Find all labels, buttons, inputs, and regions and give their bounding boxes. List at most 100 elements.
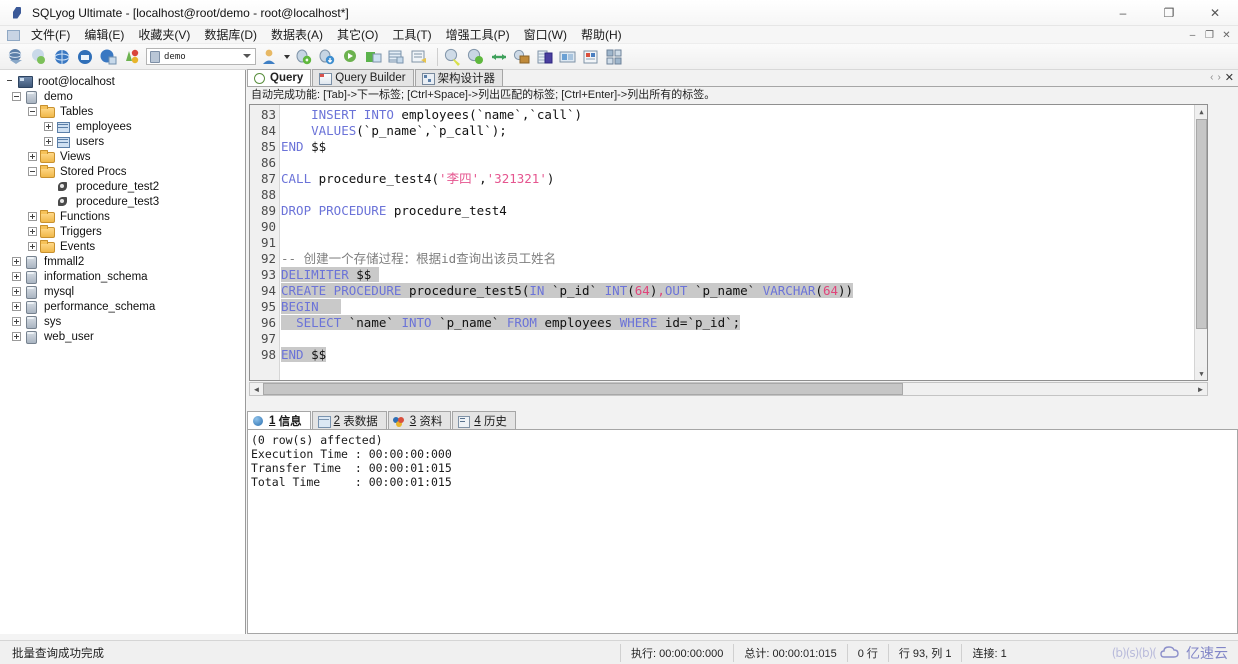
user-manager-dropdown-icon[interactable] (283, 47, 292, 67)
sql-token: `name` (341, 315, 401, 330)
scroll-left-icon[interactable]: ◄ (250, 383, 263, 395)
tree-expander-icon[interactable] (28, 107, 37, 116)
scroll-right-icon[interactable]: ► (1194, 383, 1207, 395)
tree-expander-icon[interactable] (12, 317, 21, 326)
query-builder-icon[interactable] (121, 47, 141, 67)
new-query-tab-icon[interactable] (52, 47, 72, 67)
tree-node-demo[interactable]: demo (6, 89, 245, 104)
execute-query-icon[interactable] (294, 47, 314, 67)
new-connection-icon[interactable] (6, 47, 26, 67)
menu-item-favorites[interactable]: 收藏夹(V) (131, 25, 197, 44)
tab-label: Query (270, 72, 303, 84)
tab-prev-icon[interactable]: ‹ (1210, 72, 1213, 83)
tree-node-label: information_schema (42, 271, 150, 283)
close-button[interactable]: ✕ (1192, 0, 1238, 26)
menu-item-others[interactable]: 其它(O) (330, 25, 385, 44)
scroll-up-icon[interactable]: ▲ (1195, 105, 1208, 118)
editor-vertical-scrollbar[interactable]: ▲ ▼ (1194, 105, 1207, 380)
tree-node-tables[interactable]: Tables (6, 104, 245, 119)
mdi-close-button[interactable]: ✕ (1219, 28, 1234, 42)
tree-expander-icon[interactable] (12, 287, 21, 296)
restore-icon[interactable] (466, 47, 486, 67)
tree-expander-icon[interactable] (28, 227, 37, 236)
schema-designer-icon[interactable] (409, 47, 429, 67)
menu-item-tools[interactable]: 工具(T) (385, 25, 438, 44)
tree-expander-icon[interactable] (28, 212, 37, 221)
folder-icon (40, 225, 54, 238)
refresh-object-browser-icon[interactable] (29, 47, 49, 67)
tree-node-functions[interactable]: Functions (6, 209, 245, 224)
tree-node-fmmall2[interactable]: fmmall2 (6, 254, 245, 269)
sql-code-content[interactable]: INSERT INTO employees(`name`,`call`) VAL… (281, 105, 1207, 380)
menu-item-table[interactable]: 数据表(A) (264, 25, 330, 44)
editor-horizontal-scrollbar[interactable]: ◄ ► (249, 382, 1208, 396)
tree-node-events[interactable]: Events (6, 239, 245, 254)
tree-node-performance-schema[interactable]: performance_schema (6, 299, 245, 314)
tree-node-information-schema[interactable]: information_schema (6, 269, 245, 284)
result-tab-table-data[interactable]: 2 表数据 (312, 411, 387, 429)
menu-item-window[interactable]: 窗口(W) (517, 25, 574, 44)
tree-expander-icon[interactable] (12, 272, 21, 281)
tree-expander-icon[interactable] (28, 167, 37, 176)
tab-query[interactable]: Query (247, 69, 311, 86)
sql-token: employees (537, 315, 620, 330)
tree-node-procedure-test3[interactable]: procedure_test3 (6, 194, 245, 209)
tab-schema-designer[interactable]: 架构设计器 (415, 69, 504, 86)
tree-node-procedure-test2[interactable]: procedure_test2 (6, 179, 245, 194)
open-query-icon[interactable] (75, 47, 95, 67)
stop-query-icon[interactable] (363, 47, 383, 67)
tree-node-triggers[interactable]: Triggers (6, 224, 245, 239)
export-csv-icon[interactable] (535, 47, 555, 67)
tree-node-mysql[interactable]: mysql (6, 284, 245, 299)
tab-next-icon[interactable]: › (1217, 72, 1220, 83)
database-selector[interactable]: demo (146, 48, 256, 65)
backup-icon[interactable] (443, 47, 463, 67)
tree-expander-icon[interactable] (12, 332, 21, 341)
menu-item-help[interactable]: 帮助(H) (574, 25, 629, 44)
tree-expander-icon[interactable] (12, 257, 21, 266)
tree-node-employees[interactable]: employees (6, 119, 245, 134)
user-manager-icon[interactable] (260, 47, 280, 67)
import-data-icon[interactable] (512, 47, 532, 67)
menu-item-database[interactable]: 数据库(D) (197, 25, 264, 44)
menu-item-file[interactable]: 文件(F) (24, 25, 77, 44)
scrollbar-track[interactable] (263, 383, 1194, 395)
tree-expander-icon[interactable] (44, 122, 53, 131)
scrollbar-thumb[interactable] (263, 383, 903, 395)
tree-expander-icon[interactable] (28, 242, 37, 251)
tree-node-users[interactable]: users (6, 134, 245, 149)
tree-node-sys[interactable]: sys (6, 314, 245, 329)
data-sync-icon[interactable] (489, 47, 509, 67)
tree-node-views[interactable]: Views (6, 149, 245, 164)
user-permissions-icon[interactable] (604, 47, 624, 67)
mdi-restore-button[interactable]: ❐ (1202, 28, 1217, 42)
scrollbar-thumb[interactable] (1196, 119, 1207, 329)
menu-item-powertools[interactable]: 增强工具(P) (439, 25, 517, 44)
scroll-down-icon[interactable]: ▼ (1195, 367, 1208, 380)
tab-close-icon[interactable]: ✕ (1225, 71, 1234, 84)
tree-expander-icon[interactable] (12, 302, 21, 311)
tree-expander-icon[interactable] (28, 152, 37, 161)
result-tab-profile[interactable]: 3 资料 (388, 411, 452, 429)
manage-index-icon[interactable] (581, 47, 601, 67)
format-sql-icon[interactable] (386, 47, 406, 67)
result-tab-info[interactable]: 1 信息 (247, 411, 311, 429)
save-query-icon[interactable] (98, 47, 118, 67)
execute-all-queries-icon[interactable] (317, 47, 337, 67)
tree-node-root-localhost[interactable]: root@localhost (6, 74, 245, 89)
tree-node-stored-procs[interactable]: Stored Procs (6, 164, 245, 179)
tree-node-web-user[interactable]: web_user (6, 329, 245, 344)
minimize-button[interactable]: – (1100, 0, 1146, 26)
menu-item-edit[interactable]: 编辑(E) (77, 25, 131, 44)
tree-expander-icon[interactable] (44, 137, 53, 146)
mdi-minimize-button[interactable]: – (1185, 28, 1200, 42)
execute-current-icon[interactable] (340, 47, 360, 67)
export-html-icon[interactable] (558, 47, 578, 67)
sql-editor[interactable]: 83 84 85 86 87 88 89 90 91 92 93 94 95 9… (249, 104, 1208, 381)
result-tab-history[interactable]: 4 历史 (452, 411, 516, 429)
maximize-button[interactable]: ❐ (1146, 0, 1192, 26)
result-output-panel[interactable]: (0 row(s) affected) Execution Time : 00:… (247, 430, 1238, 634)
tab-query-builder[interactable]: Query Builder (312, 69, 413, 86)
tree-expander-icon[interactable] (12, 92, 21, 101)
tree-node-label: root@localhost (36, 76, 117, 88)
